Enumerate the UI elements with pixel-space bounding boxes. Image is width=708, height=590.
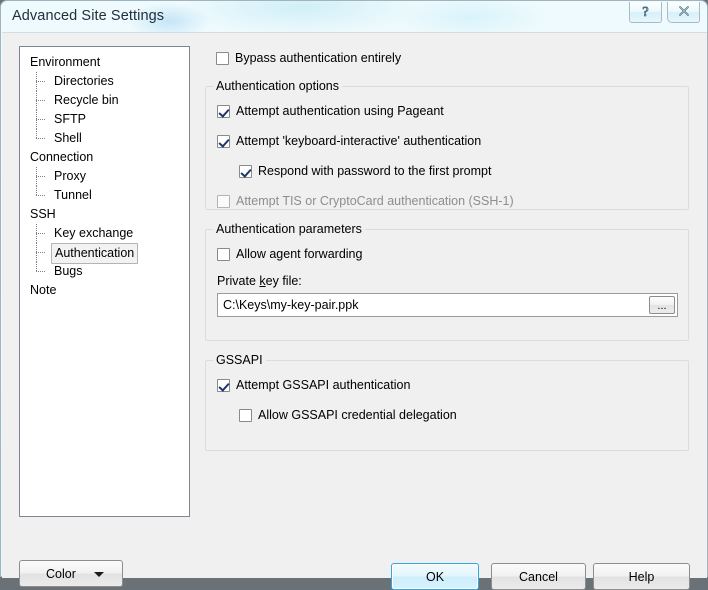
private-key-file-input[interactable]: C:\Keys\my-key-pair.ppk ... — [217, 293, 678, 317]
checkbox-label: Allow GSSAPI credential delegation — [258, 408, 457, 422]
checkbox-box — [217, 194, 230, 208]
tree-item-environment[interactable]: Environment — [20, 53, 189, 72]
tree-item-tunnel[interactable]: Tunnel — [20, 186, 189, 205]
help-caption-button[interactable]: ? — [629, 2, 662, 23]
private-key-file-value: C:\Keys\my-key-pair.ppk — [223, 298, 359, 312]
checkbox-label: Attempt GSSAPI authentication — [236, 378, 411, 392]
color-button-label: Color — [46, 566, 76, 581]
group-title: Authentication options — [213, 79, 343, 93]
checkbox-box — [217, 104, 230, 118]
checkbox-allow-gssapi-credential-delegation[interactable]: Allow GSSAPI credential delegation — [239, 406, 684, 424]
tree-item-label: Connection — [30, 150, 94, 164]
tree-item-connection[interactable]: Connection — [20, 148, 189, 167]
tree-item-key-exchange[interactable]: Key exchange — [20, 224, 189, 243]
private-key-file-label: Private key file: — [217, 274, 302, 288]
checkbox-box — [217, 378, 230, 392]
authentication-page: Bypass authentication entirely Authentic… — [205, 46, 693, 517]
tree-item-sftp[interactable]: SFTP — [20, 110, 189, 129]
checkbox-label: Attempt TIS or CryptoCard authentication… — [236, 194, 514, 208]
tree-item-label: Bugs — [54, 264, 83, 278]
gssapi-options-list: Attempt GSSAPI authentication Allow GSSAP… — [217, 376, 684, 436]
tree-item-label: Shell — [54, 131, 82, 145]
tree-item-label: Tunnel — [54, 188, 92, 202]
checkbox-allow-agent-forwarding[interactable]: Allow agent forwarding — [217, 245, 362, 263]
window-title: Advanced Site Settings — [12, 8, 165, 24]
dialog-client-area: Environment Directories Recycle bin SFTP She… — [2, 32, 707, 590]
label-text-pre: Private — [217, 274, 260, 288]
settings-tree[interactable]: Environment Directories Recycle bin SFTP She… — [19, 46, 190, 517]
tree-item-bugs[interactable]: Bugs — [20, 262, 189, 281]
tree-item-label: Authentication — [51, 243, 139, 264]
tree-item-label: SFTP — [54, 112, 86, 126]
tree-item-label: Recycle bin — [54, 93, 119, 107]
checkbox-label: Attempt 'keyboard-interactive' authentic… — [236, 134, 482, 148]
advanced-site-settings-window: Advanced Site Settings ? Environment Dire… — [0, 0, 708, 590]
checkbox-box — [217, 134, 230, 148]
checkbox-attempt-gssapi-authentication[interactable]: Attempt GSSAPI authentication — [217, 376, 684, 394]
tree-item-recycle-bin[interactable]: Recycle bin — [20, 91, 189, 110]
group-authentication-parameters: Authentication parameters Allow agent fo… — [205, 222, 689, 341]
svg-text:?: ? — [642, 5, 648, 19]
group-authentication-options: Authentication options Attempt authentic… — [205, 79, 689, 210]
tree-item-directories[interactable]: Directories — [20, 72, 189, 91]
tree-item-note[interactable]: Note — [20, 281, 189, 300]
checkbox-label: Attempt authentication using Pageant — [236, 104, 444, 118]
tree-item-authentication[interactable]: Authentication — [20, 243, 189, 264]
checkbox-box — [239, 408, 252, 422]
tree-item-ssh[interactable]: SSH — [20, 205, 189, 224]
question-mark-icon: ? — [639, 4, 652, 21]
checkbox-label: Respond with password to the first promp… — [258, 164, 492, 178]
checkbox-bypass-authentication[interactable]: Bypass authentication entirely — [216, 49, 401, 67]
tree-item-label: Directories — [54, 74, 114, 88]
group-title: Authentication parameters — [213, 222, 365, 236]
tree-item-shell[interactable]: Shell — [20, 129, 189, 148]
tree-item-label: Note — [30, 283, 57, 297]
tree-item-label: Environment — [30, 55, 101, 69]
tree-item-proxy[interactable]: Proxy — [20, 167, 189, 186]
color-button[interactable]: Color — [19, 560, 123, 587]
authentication-options-list: Attempt authentication using Pageant Atte… — [217, 102, 684, 222]
close-icon — [677, 4, 691, 20]
title-bar: Advanced Site Settings ? — [1, 1, 707, 32]
checkbox-attempt-keyboard-interactive-authentication[interactable]: Attempt 'keyboard-interactive' authentic… — [217, 132, 684, 150]
browse-button[interactable]: ... — [649, 296, 675, 314]
checkbox-box — [217, 247, 230, 261]
tree-item-label: Key exchange — [54, 226, 134, 240]
checkbox-label: Bypass authentication entirely — [235, 51, 402, 65]
chevron-down-icon — [94, 572, 104, 577]
checkbox-respond-with-password-to-the-first-prompt[interactable]: Respond with password to the first promp… — [239, 162, 684, 180]
checkbox-attempt-tis-or-cryptocard-authentication-ssh-1: Attempt TIS or CryptoCard authentication… — [217, 192, 684, 210]
tree-item-label: SSH — [30, 207, 56, 221]
group-gssapi: GSSAPI Attempt GSSAPI authentication Allo… — [205, 353, 689, 451]
close-caption-button[interactable] — [667, 2, 700, 23]
checkbox-attempt-authentication-using-pageant[interactable]: Attempt authentication using Pageant — [217, 102, 684, 120]
checkbox-label: Allow agent forwarding — [236, 247, 363, 261]
checkbox-box — [239, 164, 252, 178]
group-title: GSSAPI — [213, 353, 266, 367]
tree-item-label: Proxy — [54, 169, 86, 183]
checkbox-box — [216, 51, 229, 65]
label-text-post: ey file: — [265, 274, 302, 288]
